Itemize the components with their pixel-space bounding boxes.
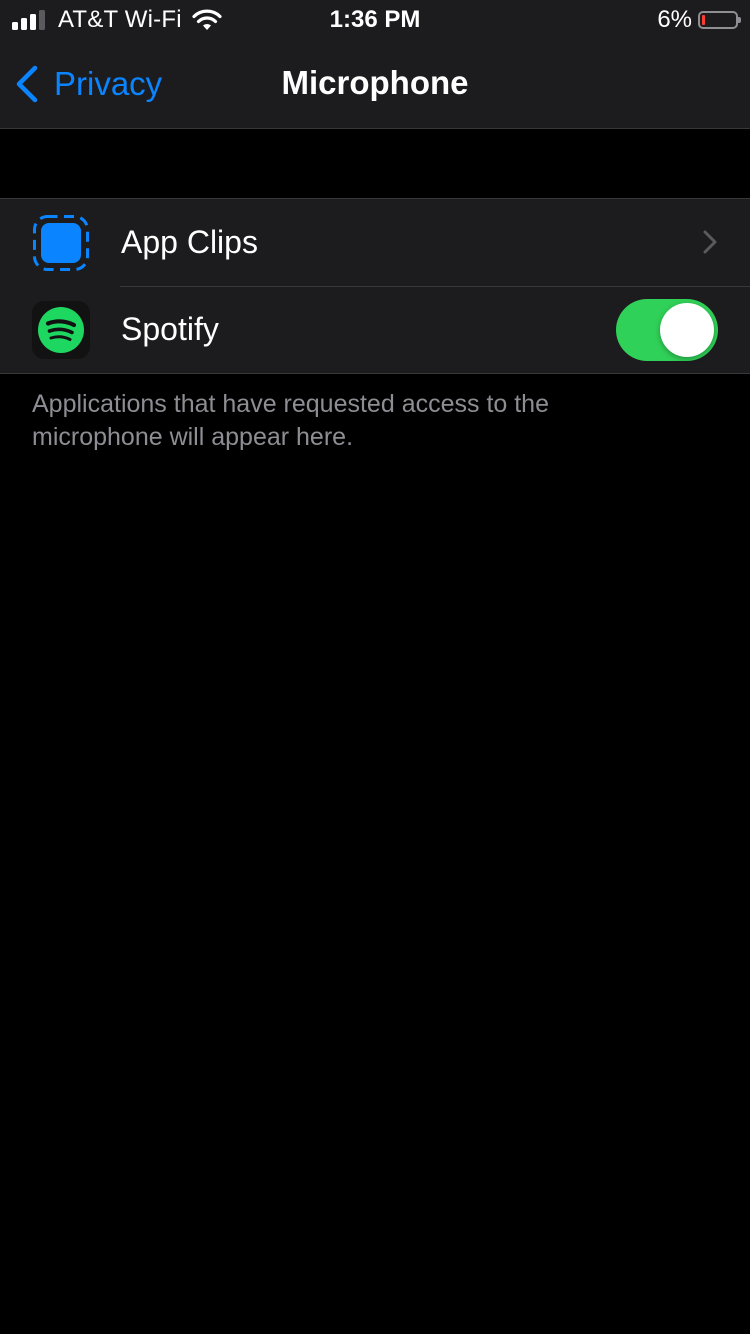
- row-label: App Clips: [121, 224, 258, 260]
- page-title: Microphone: [281, 64, 469, 101]
- toggle-knob: [660, 303, 714, 357]
- list-item-spotify: Spotify: [0, 286, 750, 373]
- status-right: 6%: [657, 6, 741, 34]
- battery-percent: 6%: [657, 6, 692, 33]
- footer-note: Applications that have requested access …: [32, 390, 549, 451]
- navigation-bar: Privacy Microphone: [0, 40, 750, 129]
- status-time: 1:36 PM: [329, 6, 421, 33]
- chevron-right-icon: [703, 230, 717, 254]
- status-bar: AT&T Wi-Fi 1:36 PM 6%: [0, 0, 750, 40]
- list-item-app-clips[interactable]: App Clips: [0, 199, 750, 286]
- app-clips-icon: [33, 215, 89, 271]
- battery-icon: [698, 11, 741, 29]
- screen: AT&T Wi-Fi 1:36 PM 6% Privacy Microphone: [0, 0, 750, 1334]
- spotify-microphone-toggle[interactable]: [616, 299, 718, 361]
- spotify-icon: [32, 301, 90, 359]
- apps-list: App Clips Spotify: [0, 198, 750, 374]
- row-label: Spotify: [121, 311, 219, 347]
- battery-fill: [702, 15, 705, 25]
